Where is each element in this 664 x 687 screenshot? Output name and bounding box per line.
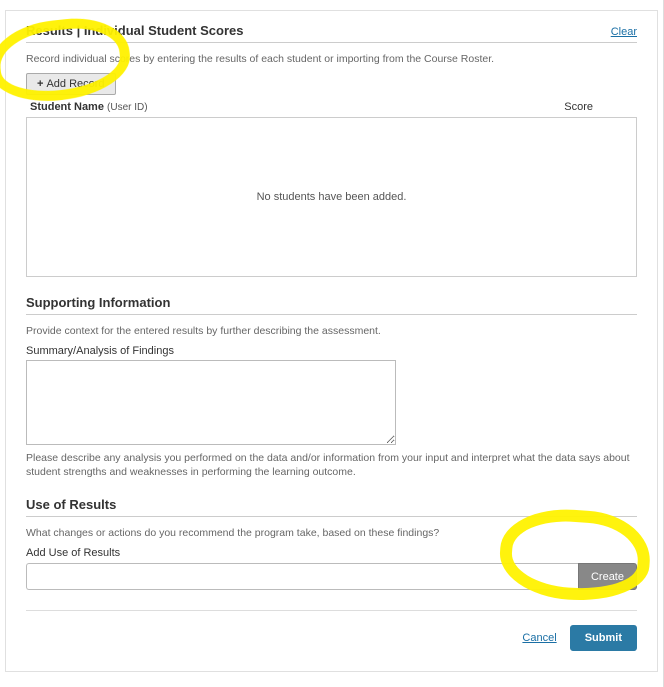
student-table-header: Student Name (User ID) Score	[26, 95, 637, 117]
use-of-results-header: Use of Results	[26, 497, 637, 517]
supporting-header: Supporting Information	[26, 295, 637, 315]
results-intro: Record individual scores by entering the…	[26, 53, 637, 65]
add-record-label: Add Record	[46, 78, 104, 90]
summary-help: Please describe any analysis you perform…	[26, 452, 637, 479]
student-name-header-text: Student Name	[30, 101, 104, 113]
create-button[interactable]: Create	[578, 563, 637, 590]
results-panel: Results | Individual Student Scores Clea…	[5, 10, 658, 672]
results-header-row: Results | Individual Student Scores Clea…	[26, 23, 637, 43]
add-use-label: Add Use of Results	[26, 547, 637, 559]
add-use-input[interactable]	[26, 563, 578, 590]
score-column-header: Score	[564, 101, 593, 113]
use-of-results-prompt: What changes or actions do you recommend…	[26, 527, 637, 539]
footer-actions: Cancel Submit	[26, 610, 637, 651]
student-name-column-header: Student Name (User ID)	[30, 101, 148, 113]
page-container: Results | Individual Student Scores Clea…	[0, 0, 664, 687]
add-use-row: Create	[26, 563, 637, 590]
cancel-link[interactable]: Cancel	[522, 632, 556, 644]
empty-students-text: No students have been added.	[257, 191, 407, 203]
submit-button[interactable]: Submit	[570, 625, 637, 651]
results-header: Results | Individual Student Scores	[26, 23, 243, 38]
clear-link[interactable]: Clear	[611, 26, 637, 38]
summary-textarea[interactable]	[26, 360, 396, 445]
student-list-empty: No students have been added.	[26, 117, 637, 277]
plus-icon: +	[37, 78, 43, 90]
user-id-label: (User ID)	[107, 102, 148, 113]
supporting-intro: Provide context for the entered results …	[26, 325, 637, 337]
add-record-button[interactable]: +Add Record	[26, 73, 116, 95]
summary-label: Summary/Analysis of Findings	[26, 345, 637, 357]
